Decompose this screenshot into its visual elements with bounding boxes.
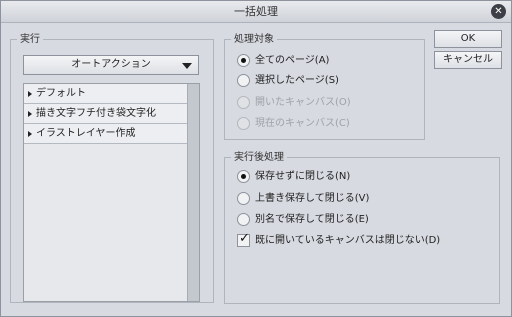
radio-button [237,96,250,109]
radio-button[interactable] [237,54,250,67]
target-group: 処理対象 全てのページ(A) 選択したページ(S) 開いたキャンバス(O) 現在… [224,33,425,140]
list-item-outline-text[interactable]: 描き文字フチ付き袋文字化 [24,104,187,124]
close-icon[interactable]: ✕ [491,4,506,19]
radio-label: 上書き保存して閉じる(V) [255,193,370,204]
post-process-group: 実行後処理 保存せずに閉じる(N) 上書き保存して閉じる(V) 別名で保存して閉… [224,151,500,304]
chevron-down-icon [182,63,192,69]
list-item-default[interactable]: デフォルト [24,84,187,104]
radio-label: 選択したページ(S) [255,75,339,86]
radio-button[interactable] [237,170,250,183]
radio-label: 現在のキャンバス(C) [255,118,350,129]
radio-button[interactable] [237,213,250,226]
target-legend: 処理対象 [231,33,277,46]
post-process-legend: 実行後処理 [231,151,287,164]
list-item-label: イラストレイヤー作成 [36,128,136,139]
radio-label: 別名で保存して閉じる(E) [255,214,369,225]
radio-button[interactable] [237,74,250,87]
list-item-label: 描き文字フチ付き袋文字化 [36,108,156,119]
list-item-create-layer[interactable]: イラストレイヤー作成 [24,124,187,144]
dropdown-value: オートアクション [71,59,151,70]
list-item-label: デフォルト [36,88,86,99]
radio-label: 全てのページ(A) [255,55,330,66]
expand-triangle-icon[interactable] [28,91,32,97]
checkbox-label: 既に開いているキャンバスは閉じない(D) [255,235,441,246]
radio-label: 保存せずに閉じる(N) [255,171,351,182]
expand-triangle-icon[interactable] [28,131,32,137]
execute-group: 実行 オートアクション デフォルト 描き文字フチ付き袋文字化 イラストレイヤー作… [10,33,214,303]
window-title: 一括処理 [234,5,278,18]
action-list: デフォルト 描き文字フチ付き袋文字化 イラストレイヤー作成 [23,83,200,302]
radio-button[interactable] [237,192,250,205]
radio-label: 開いたキャンバス(O) [255,97,351,108]
list-scrollbar[interactable] [187,84,199,301]
batch-process-dialog: 一括処理 ✕ 実行 オートアクション デフォルト 描き文字フチ付き袋文字化 イラ… [0,0,512,317]
execute-legend: 実行 [17,33,43,46]
checkbox[interactable]: ✓ [237,231,250,247]
title-bar: 一括処理 ✕ [1,1,511,23]
ok-button[interactable]: OK [434,30,502,48]
expand-triangle-icon[interactable] [28,111,32,117]
checkmark-icon: ✓ [239,231,250,246]
radio-button [237,117,250,130]
cancel-button[interactable]: キャンセル [434,51,502,69]
action-set-dropdown[interactable]: オートアクション [23,55,199,75]
